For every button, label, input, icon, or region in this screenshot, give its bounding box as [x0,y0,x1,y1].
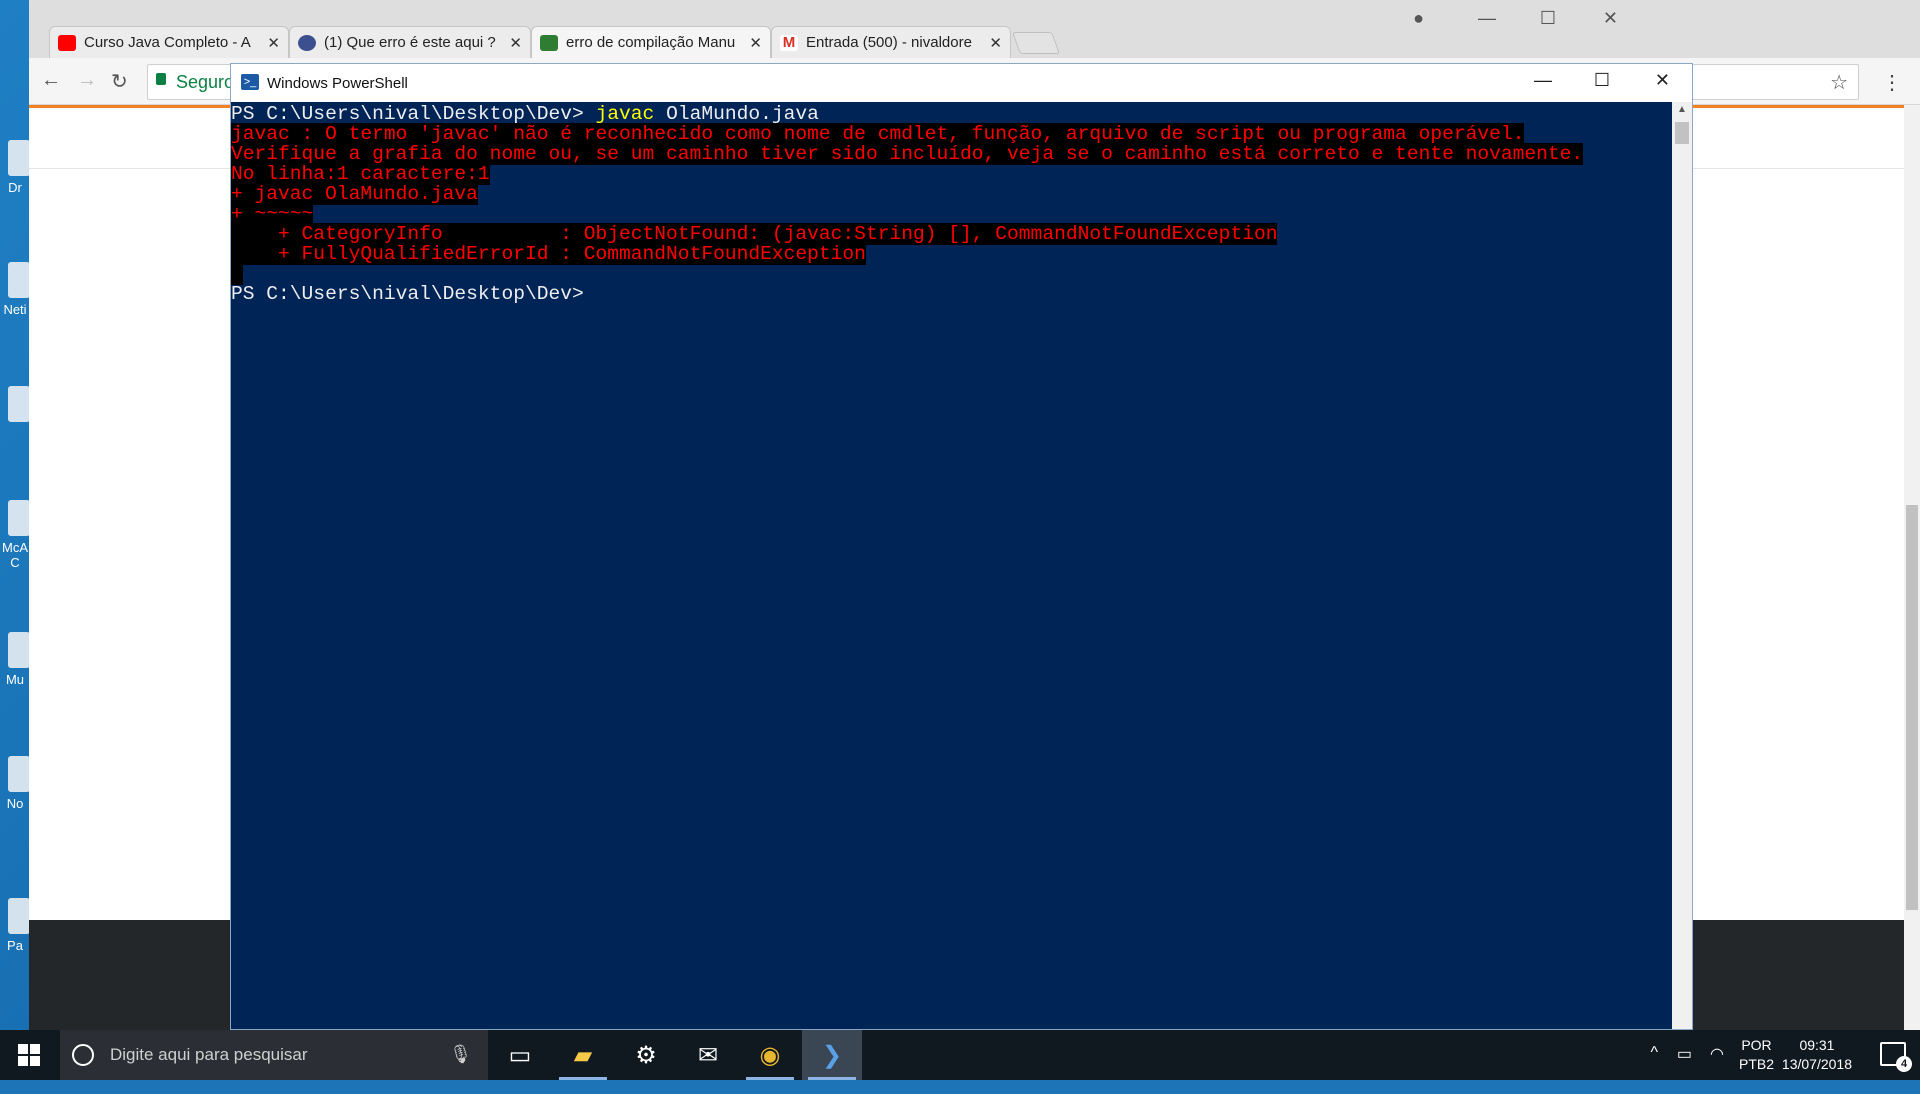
powershell-icon: >_ [241,74,259,90]
console-line [231,263,1672,285]
search-placeholder: Digite aqui para pesquisar [110,1045,308,1064]
close-icon[interactable]: ✕ [1655,70,1670,91]
music-icon [8,632,30,668]
notification-count: 4 [1896,1056,1912,1072]
action-center-icon[interactable]: 4 [1880,1042,1912,1072]
microphone-icon[interactable]: 🎙 [449,1044,472,1065]
desktop-icon[interactable]: Dr [0,140,30,195]
console-line: + FullyQualifiedErrorId : CommandNotFoun… [231,243,866,265]
console-line: + CategoryInfo : ObjectNotFound: (javac:… [231,223,1278,245]
netbeans-icon [8,262,30,298]
console-line: Verifique a grafia do nome ou, se um cam… [231,143,1584,165]
console-scrollbar[interactable]: ▲ [1672,102,1692,1029]
console-line: + ~~~~~ [231,203,314,225]
close-icon[interactable]: ✕ [267,34,280,52]
window-title: Windows PowerShell [267,75,408,92]
desktop-icon[interactable] [0,386,30,426]
youtube-icon [58,34,76,51]
tab-entrada-gmail[interactable]: M Entrada (500) - nivaldore ✕ [771,26,1011,58]
maximize-icon[interactable]: ☐ [1594,70,1610,91]
tab-erro-compilacao[interactable]: erro de compilação Manu ✕ [531,26,771,58]
desktop-icon[interactable]: McA C [0,500,30,570]
battery-icon[interactable]: ▭ [1677,1044,1692,1094]
chrome-icon[interactable]: ◉ [740,1030,800,1080]
close-window-icon[interactable]: ✕ [1603,8,1618,29]
close-icon[interactable]: ✕ [509,34,522,52]
minimize-icon[interactable]: — [1478,8,1496,29]
console-line: PS C:\Users\nival\Desktop\Dev> [231,283,596,305]
app-icon [8,386,30,422]
powershell-window: >_ Windows PowerShell — ☐ ✕ PS C:\Users\… [230,63,1693,1030]
console-output[interactable]: PS C:\Users\nival\Desktop\Dev> javac Ola… [231,102,1672,1029]
console-line: No linha:1 caractere:1 [231,163,490,185]
mcafee-icon [8,500,30,536]
settings-icon[interactable]: ⚙ [616,1030,676,1080]
forward-icon[interactable]: → [77,69,97,92]
scrollbar-thumb[interactable] [1906,505,1918,910]
profile-icon[interactable]: ● [1413,8,1424,29]
windows-start-icon[interactable] [18,1044,40,1066]
notepad-icon [8,756,30,792]
desktop-icon[interactable]: No [0,756,30,811]
language-indicator[interactable]: POR PTB2 [1739,1036,1774,1074]
cortana-icon [72,1044,94,1066]
taskbar: Digite aqui para pesquisar 🎙 ▭ ▰ ⚙ ✉ ◉ ❯… [0,1030,1920,1080]
tab-strip: Curso Java Completo - A ✕ (1) Que erro é… [29,0,1920,58]
menu-icon[interactable]: ⋮ [1882,70,1902,95]
reload-icon[interactable]: ↻ [111,69,128,94]
tab-que-erro[interactable]: (1) Que erro é este aqui ? ✕ [289,26,531,58]
mail-icon[interactable]: ✉ [678,1030,738,1080]
powershell-titlebar[interactable]: >_ Windows PowerShell — ☐ ✕ [231,64,1692,102]
scroll-up-icon[interactable]: ▲ [1677,104,1687,115]
secure-label: Seguro [176,72,235,92]
console-line: PS C:\Users\nival\Desktop\Dev> javac Ola… [231,103,819,125]
show-hidden-icons-icon[interactable]: ^ [1650,1044,1658,1094]
console-line: javac : O termo 'javac' não é reconhecid… [231,123,1525,145]
clock[interactable]: 09:31 13/07/2018 [1782,1036,1852,1074]
back-icon[interactable]: ← [41,69,61,92]
page-scrollbar[interactable] [1904,105,1920,1030]
maximize-icon[interactable]: ☐ [1540,8,1556,29]
stackoverflow-icon [298,34,316,51]
powershell-icon[interactable]: ❯ [802,1030,862,1080]
console-line: + javac OlaMundo.java [231,183,478,205]
desktop-icon[interactable]: Mu [0,632,30,687]
drive-icon [8,140,30,176]
desktop-icon[interactable]: Neti [0,262,30,317]
stackoverflow-pt-icon [540,34,558,51]
close-icon[interactable]: ✕ [749,34,762,52]
bookmark-star-icon[interactable]: ☆ [1830,70,1848,95]
wifi-icon[interactable]: ◠ [1710,1044,1724,1094]
new-tab-button[interactable] [1011,32,1061,54]
paint-icon [8,898,30,934]
file-explorer-icon[interactable]: ▰ [553,1030,613,1080]
scrollbar-thumb[interactable] [1675,122,1689,144]
gmail-icon: M [780,34,798,51]
desktop-icon[interactable]: Pa [0,898,30,953]
tab-curso-java[interactable]: Curso Java Completo - A ✕ [49,26,289,58]
minimize-icon[interactable]: — [1534,70,1552,91]
lock-icon [156,73,166,85]
taskbar-search[interactable]: Digite aqui para pesquisar 🎙 [60,1030,488,1080]
task-view-icon[interactable]: ▭ [490,1030,550,1080]
close-icon[interactable]: ✕ [989,34,1002,52]
